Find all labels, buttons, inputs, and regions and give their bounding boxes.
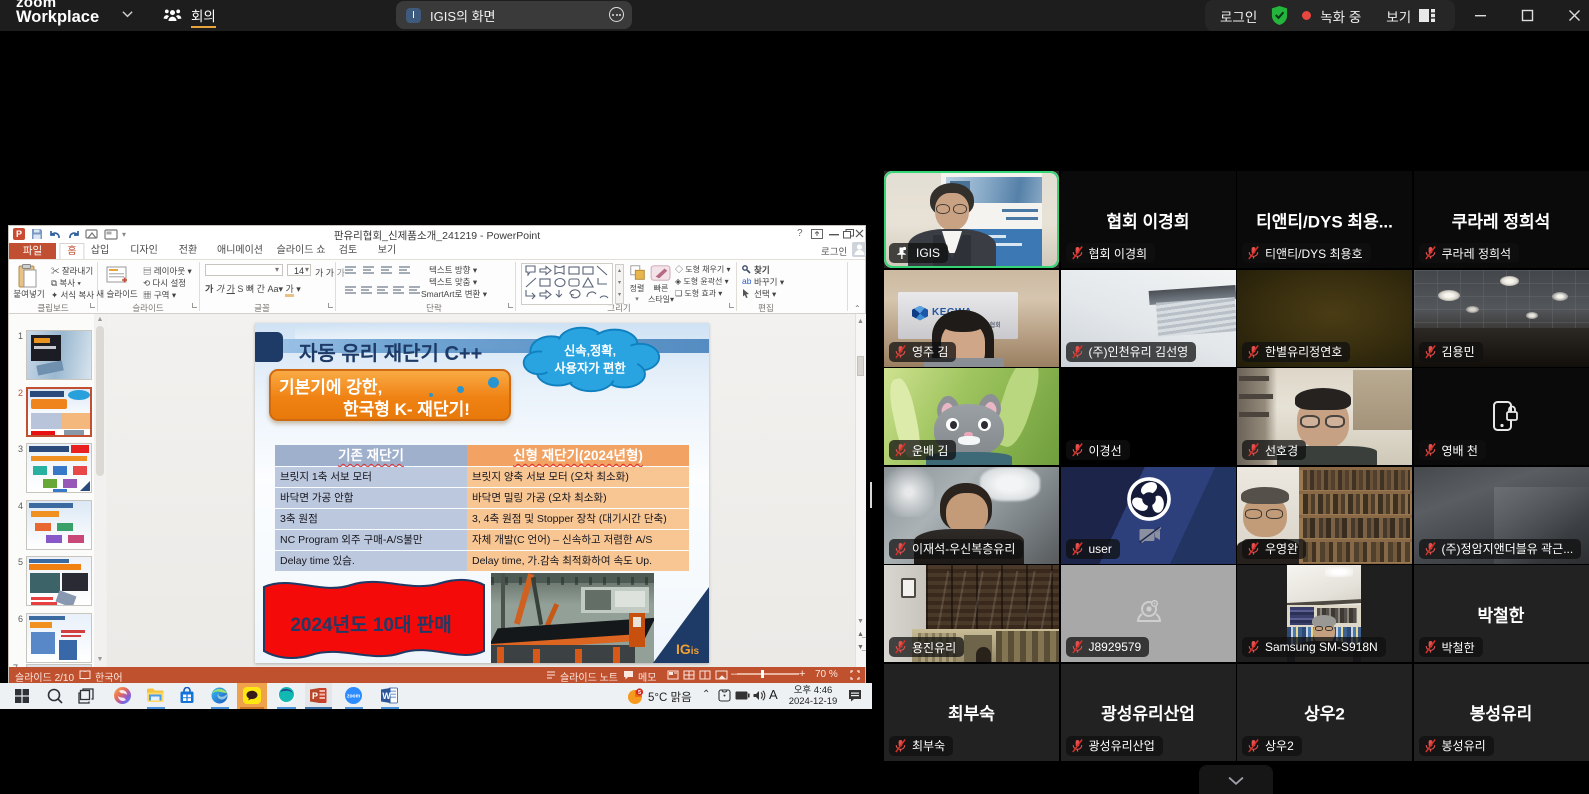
svg-text:사용자가 편한: 사용자가 편한 [554, 360, 626, 375]
svg-text:5: 5 [638, 690, 641, 696]
svg-text:W: W [382, 691, 391, 701]
svg-text:zoom: zoom [347, 694, 361, 700]
svg-text:신속,정확,: 신속,정확, [564, 343, 616, 358]
svg-text:P: P [312, 691, 318, 701]
svg-text:2024년도 10대 판매: 2024년도 10대 판매 [290, 614, 451, 636]
